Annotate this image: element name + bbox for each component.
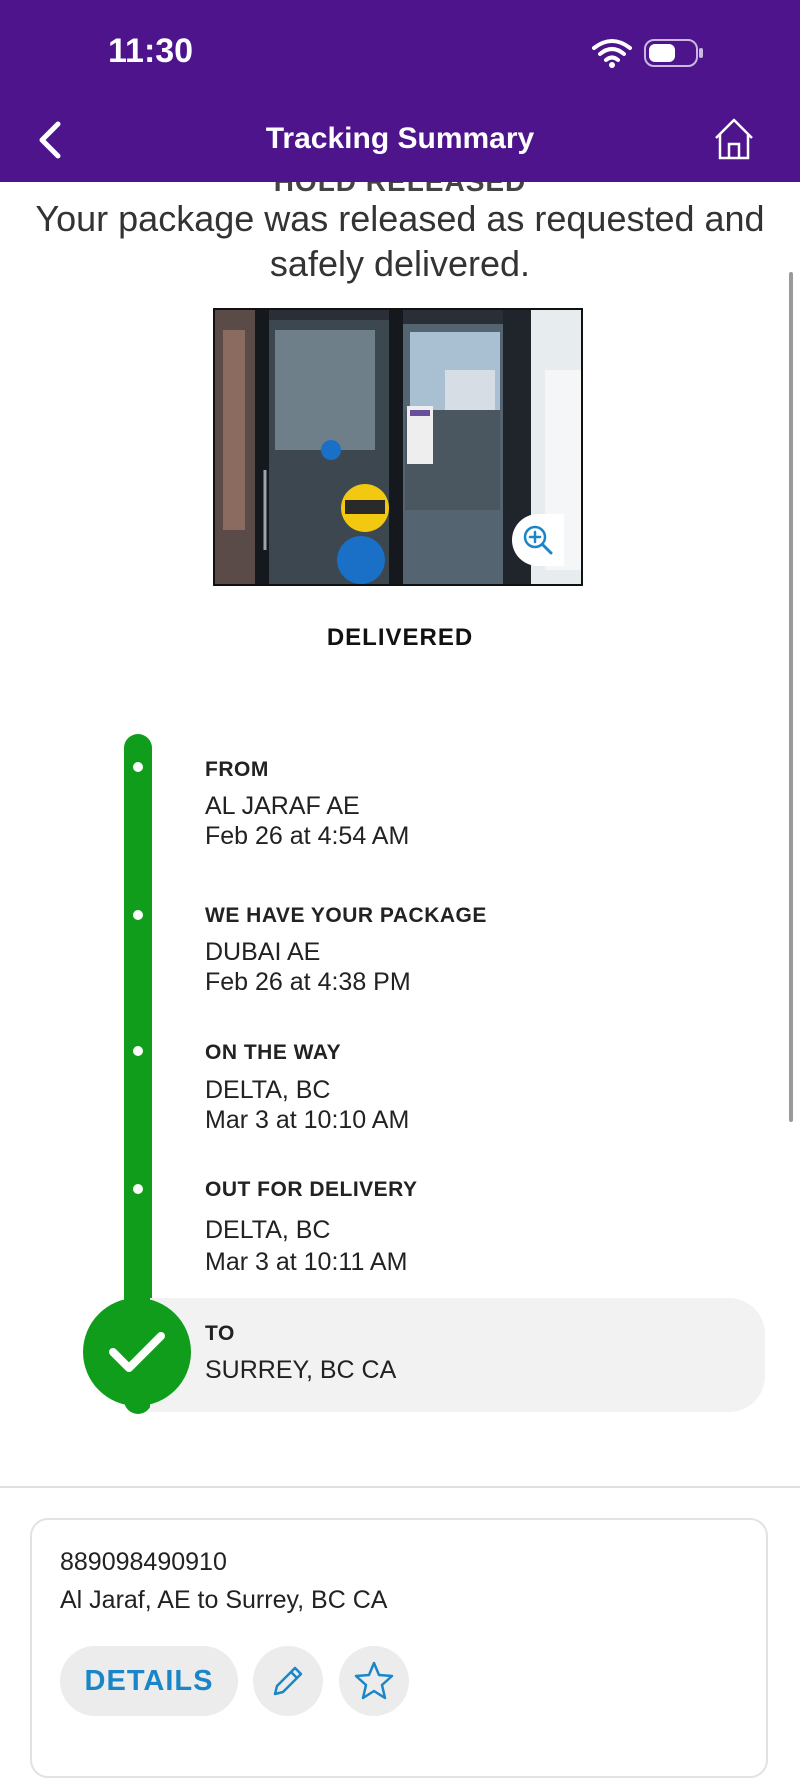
status-time: 11:30 <box>108 32 194 70</box>
step-time-from: Feb 26 at 4:54 AM <box>205 822 410 850</box>
tracking-number: 889098490910 <box>60 1548 227 1576</box>
step-time-on-the-way: Mar 3 at 10:10 AM <box>205 1106 410 1134</box>
pencil-icon <box>273 1666 303 1696</box>
star-icon <box>354 1661 394 1700</box>
zoom-button[interactable] <box>512 514 564 566</box>
step-time-received: Feb 26 at 4:38 PM <box>205 968 411 996</box>
wifi-icon <box>592 38 632 73</box>
checkmark-icon <box>109 1332 165 1372</box>
step-location-from: AL JARAF AE <box>205 792 360 820</box>
step-title-received: WE HAVE YOUR PACKAGE <box>205 904 487 927</box>
app-header: 11:30 Tracking Summary <box>0 0 800 182</box>
timeline-dot <box>133 910 143 920</box>
timeline-dot <box>133 1184 143 1194</box>
timeline-dot <box>133 762 143 772</box>
step-location-out-for-delivery: DELTA, BC <box>205 1216 331 1244</box>
step-time-out-for-delivery: Mar 3 at 10:11 AM <box>205 1248 408 1276</box>
details-button[interactable]: DETAILS <box>60 1646 238 1716</box>
page-title: Tracking Summary <box>265 122 535 155</box>
divider <box>0 1486 800 1488</box>
step-title-on-the-way: ON THE WAY <box>205 1041 342 1064</box>
step-title-from: FROM <box>205 758 269 781</box>
home-icon <box>715 118 753 160</box>
step-location-to: SURREY, BC CA <box>205 1356 397 1384</box>
favorite-button[interactable] <box>339 1646 409 1716</box>
shipment-route: Al Jaraf, AE to Surrey, BC CA <box>60 1586 388 1614</box>
step-location-received: DUBAI AE <box>205 938 321 966</box>
step-title-out-for-delivery: OUT FOR DELIVERY <box>205 1178 418 1201</box>
destination-row <box>150 1298 765 1412</box>
battery-icon <box>644 38 704 73</box>
zoom-in-icon <box>523 525 553 555</box>
edit-button[interactable] <box>253 1646 323 1716</box>
step-title-to: TO <box>205 1322 235 1345</box>
timeline-dot <box>133 1046 143 1056</box>
delivery-message: Your package was released as requested a… <box>35 198 765 284</box>
delivery-status: DELIVERED <box>326 624 474 651</box>
delivered-check <box>83 1298 191 1406</box>
home-button[interactable] <box>712 116 756 162</box>
step-location-on-the-way: DELTA, BC <box>205 1076 331 1104</box>
scrollbar[interactable] <box>789 272 793 1122</box>
